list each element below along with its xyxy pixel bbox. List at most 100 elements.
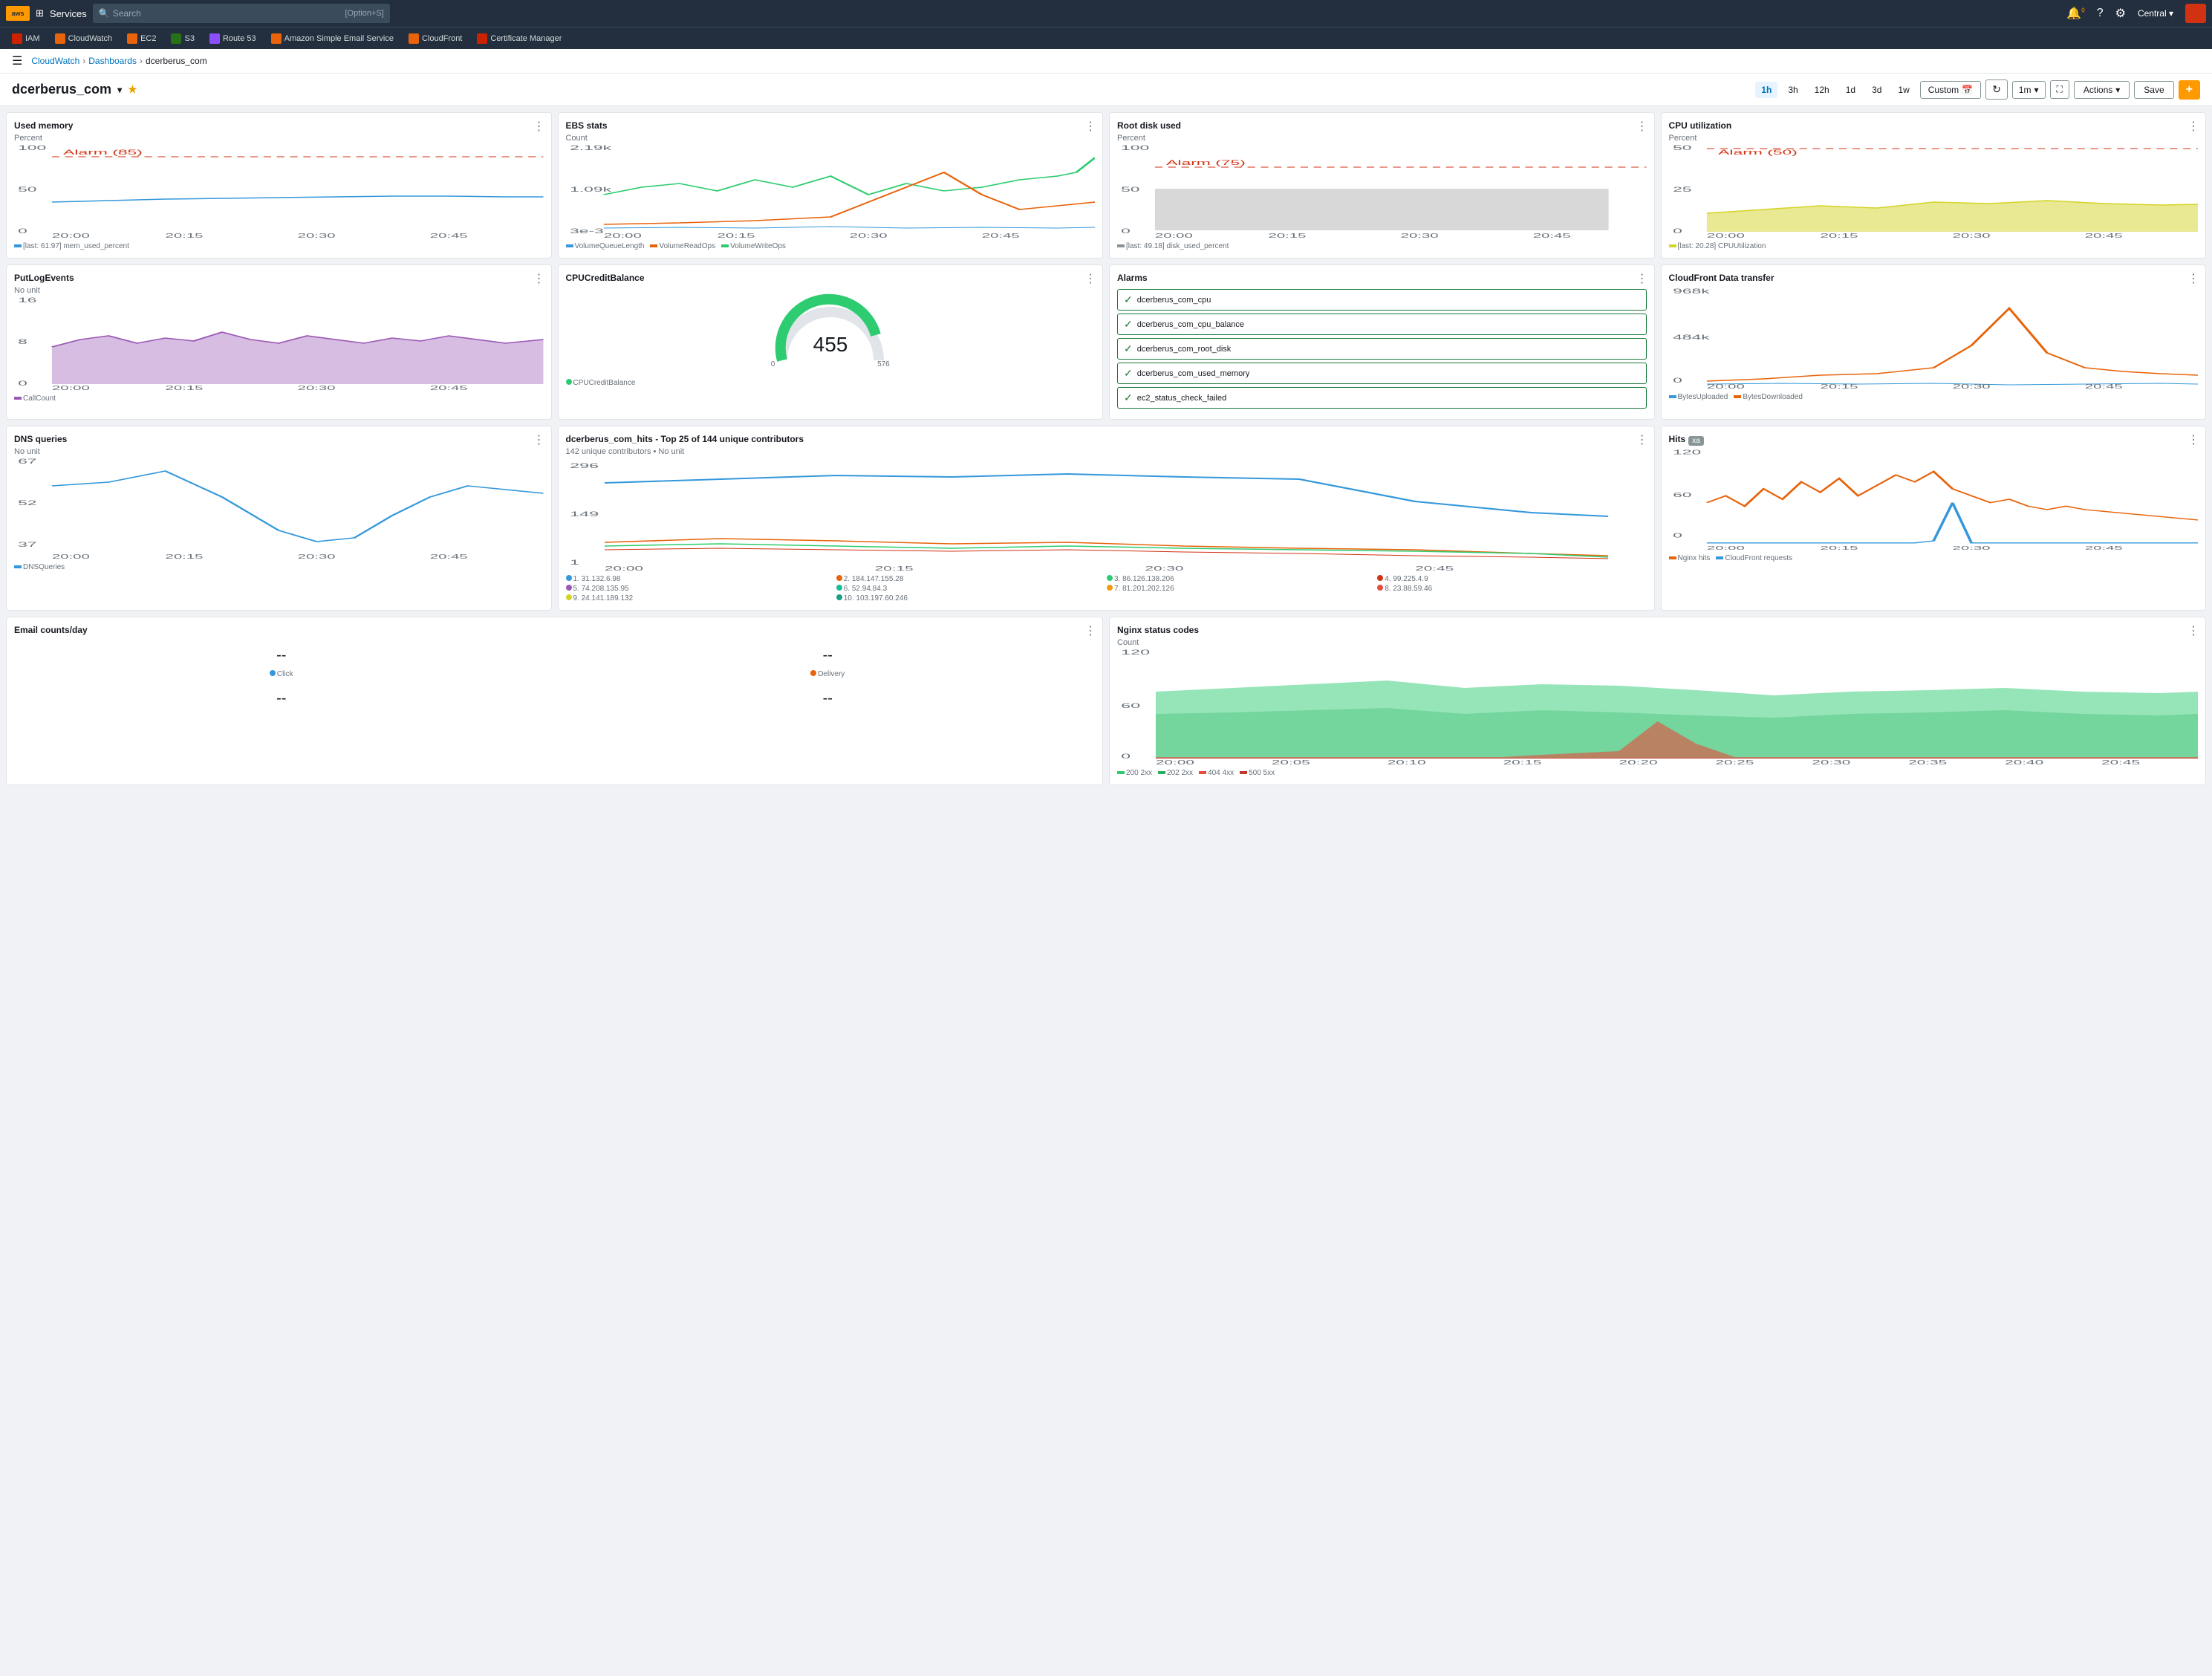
fullscreen-button[interactable]: ⛶ xyxy=(2050,80,2069,99)
dashboard-title: dcerberus_com xyxy=(12,82,111,97)
services-button[interactable]: Services xyxy=(50,8,87,19)
time-12h-button[interactable]: 12h xyxy=(1809,82,1835,98)
service-item-ec2[interactable]: EC2 xyxy=(121,32,162,45)
title-star-icon[interactable]: ★ xyxy=(128,83,137,96)
title-dropdown-icon[interactable]: ▾ xyxy=(117,85,122,95)
notification-icon[interactable]: 🔔0 xyxy=(2066,6,2084,21)
put-log-events-menu[interactable]: ⋮ xyxy=(533,271,545,286)
svg-text:20:00: 20:00 xyxy=(1706,545,1744,551)
custom-time-button[interactable]: Custom 📅 xyxy=(1920,81,1981,99)
cloudfront-data-transfer-menu[interactable]: ⋮ xyxy=(2187,271,2199,286)
search-input[interactable] xyxy=(113,8,345,19)
alarm-item-used-memory[interactable]: ✓ dcerberus_com_used_memory xyxy=(1117,363,1647,384)
time-3h-button[interactable]: 3h xyxy=(1782,82,1803,98)
dns-queries-title: DNS queries xyxy=(14,434,544,444)
svg-text:20:15: 20:15 xyxy=(717,233,755,239)
cpu-credit-menu[interactable]: ⋮ xyxy=(1084,271,1096,286)
svg-text:296: 296 xyxy=(570,462,599,470)
dcerberus-hits-legend: 1. 31.132.6.98 2. 184.147.155.28 3. 86.1… xyxy=(566,575,1647,602)
alarm-item-root-disk[interactable]: ✓ dcerberus_com_root_disk xyxy=(1117,338,1647,360)
cpu-util-menu[interactable]: ⋮ xyxy=(2187,119,2199,134)
refresh-button[interactable]: ↻ xyxy=(1985,79,2008,100)
breadcrumb-cloudwatch[interactable]: CloudWatch xyxy=(31,56,79,66)
interval-button[interactable]: 1m ▾ xyxy=(2012,81,2046,99)
service-item-cloudwatch[interactable]: CloudWatch xyxy=(49,32,119,45)
svg-text:20:30: 20:30 xyxy=(1812,759,1850,766)
widget-cpu-credit: CPUCreditBalance ⋮ 455 0 576 CPUCreditBa… xyxy=(558,264,1104,420)
nginx-status-menu[interactable]: ⋮ xyxy=(2187,623,2199,638)
ebs-stats-legend: VolumeQueueLength VolumeReadOps VolumeWr… xyxy=(566,242,1096,250)
dcerberus-hits-title: dcerberus_com_hits - Top 25 of 144 uniqu… xyxy=(566,434,1647,444)
region-selector[interactable]: Central ▾ xyxy=(2138,8,2173,19)
help-icon[interactable]: ? xyxy=(2097,7,2104,20)
nav-right: 🔔0 ? ⚙ Central ▾ xyxy=(2066,4,2206,23)
add-widget-button[interactable]: + xyxy=(2179,80,2200,100)
dashboard-grid: Used memory ⋮ Percent 100 50 0 Alarm (85… xyxy=(0,106,2212,791)
used-memory-menu[interactable]: ⋮ xyxy=(533,119,545,134)
svg-text:52: 52 xyxy=(18,499,36,507)
service-item-s3[interactable]: S3 xyxy=(165,32,200,45)
cpu-credit-title: CPUCreditBalance xyxy=(566,273,1096,283)
cpu-util-chart: 50 25 0 Alarm (50) 20:00 20:15 20:30 20:… xyxy=(1669,143,2199,239)
alarm-item-ec2-status[interactable]: ✓ ec2_status_check_failed xyxy=(1117,387,1647,409)
svg-text:20:45: 20:45 xyxy=(2084,545,2122,551)
widget-put-log-events: PutLogEvents ⋮ No unit 16 8 0 20:00 20:1… xyxy=(6,264,552,420)
used-memory-title: Used memory xyxy=(14,120,544,131)
svg-text:20:15: 20:15 xyxy=(1820,233,1858,239)
svg-text:100: 100 xyxy=(18,144,46,152)
service-item-route53[interactable]: Route 53 xyxy=(204,32,262,45)
alarm-item-cpu-balance[interactable]: ✓ dcerberus_com_cpu_balance xyxy=(1117,314,1647,335)
save-button[interactable]: Save xyxy=(2134,81,2173,99)
alarm-item-cpu[interactable]: ✓ dcerberus_com_cpu xyxy=(1117,289,1647,311)
search-bar[interactable]: 🔍 [Option+S] xyxy=(93,4,390,23)
svg-text:25: 25 xyxy=(1673,186,1691,193)
used-memory-legend: [last: 61.97] mem_used_percent xyxy=(14,242,544,250)
breadcrumb-dashboards[interactable]: Dashboards xyxy=(88,56,137,66)
alarm-ok-icon-root-disk: ✓ xyxy=(1124,342,1133,355)
hits-menu[interactable]: ⋮ xyxy=(2187,432,2199,447)
time-1h-button[interactable]: 1h xyxy=(1755,82,1777,98)
alarm-label-cpu: dcerberus_com_cpu xyxy=(1137,296,1211,305)
svg-text:20:30: 20:30 xyxy=(298,233,336,239)
widget-cloudfront-data-transfer: CloudFront Data transfer ⋮ 968k 484k 0 2… xyxy=(1661,264,2207,420)
alarm-ok-icon-used-memory: ✓ xyxy=(1124,367,1133,380)
alert-button[interactable] xyxy=(2185,4,2206,23)
alarms-menu[interactable]: ⋮ xyxy=(1636,271,1648,286)
dcerberus-hits-menu[interactable]: ⋮ xyxy=(1636,432,1648,447)
service-item-cloudfront[interactable]: CloudFront xyxy=(403,32,468,45)
cpu-util-title: CPU utilization xyxy=(1669,120,2199,131)
svg-text:20:45: 20:45 xyxy=(2101,759,2140,766)
widget-used-memory: Used memory ⋮ Percent 100 50 0 Alarm (85… xyxy=(6,112,552,259)
svg-text:20:00: 20:00 xyxy=(1706,383,1744,390)
time-3d-button[interactable]: 3d xyxy=(1866,82,1887,98)
svg-text:60: 60 xyxy=(1121,702,1140,709)
svg-text:16: 16 xyxy=(18,296,36,304)
time-1w-button[interactable]: 1w xyxy=(1892,82,1915,98)
service-item-iam[interactable]: IAM xyxy=(6,32,46,45)
ebs-stats-ylabel: Count xyxy=(566,134,1096,143)
dns-queries-menu[interactable]: ⋮ xyxy=(533,432,545,447)
apps-button[interactable]: ⊞ xyxy=(36,7,44,19)
root-disk-menu[interactable]: ⋮ xyxy=(1636,119,1648,134)
actions-button[interactable]: Actions ▾ xyxy=(2074,81,2130,99)
dcerberus-hits-chart: 296 149 1 20:00 20:15 20:30 20:45 xyxy=(566,461,1647,572)
nginx-status-title: Nginx status codes xyxy=(1117,625,2198,635)
service-item-cert-manager[interactable]: Certificate Manager xyxy=(471,32,567,45)
breadcrumb-sep-1: › xyxy=(82,56,85,66)
root-disk-ylabel: Percent xyxy=(1117,134,1647,143)
svg-text:100: 100 xyxy=(1121,144,1149,152)
menu-hamburger[interactable]: ☰ xyxy=(12,53,22,68)
svg-text:50: 50 xyxy=(1121,186,1139,193)
svg-text:1.09k: 1.09k xyxy=(570,186,611,193)
svg-text:2.19k: 2.19k xyxy=(570,144,611,152)
settings-icon[interactable]: ⚙ xyxy=(2115,6,2126,21)
email-click-value: -- xyxy=(14,647,549,664)
alarm-label-ec2-status: ec2_status_check_failed xyxy=(1137,394,1226,403)
email-delivery-value-2: -- xyxy=(561,690,1096,707)
ebs-stats-menu[interactable]: ⋮ xyxy=(1084,119,1096,134)
email-counts-menu[interactable]: ⋮ xyxy=(1084,623,1096,638)
time-1d-button[interactable]: 1d xyxy=(1840,82,1861,98)
service-item-ses[interactable]: Amazon Simple Email Service xyxy=(265,32,400,45)
widget-cpu-util: CPU utilization ⋮ Percent 50 25 0 Alarm … xyxy=(1661,112,2207,259)
breadcrumb-current: dcerberus_com xyxy=(146,56,207,66)
